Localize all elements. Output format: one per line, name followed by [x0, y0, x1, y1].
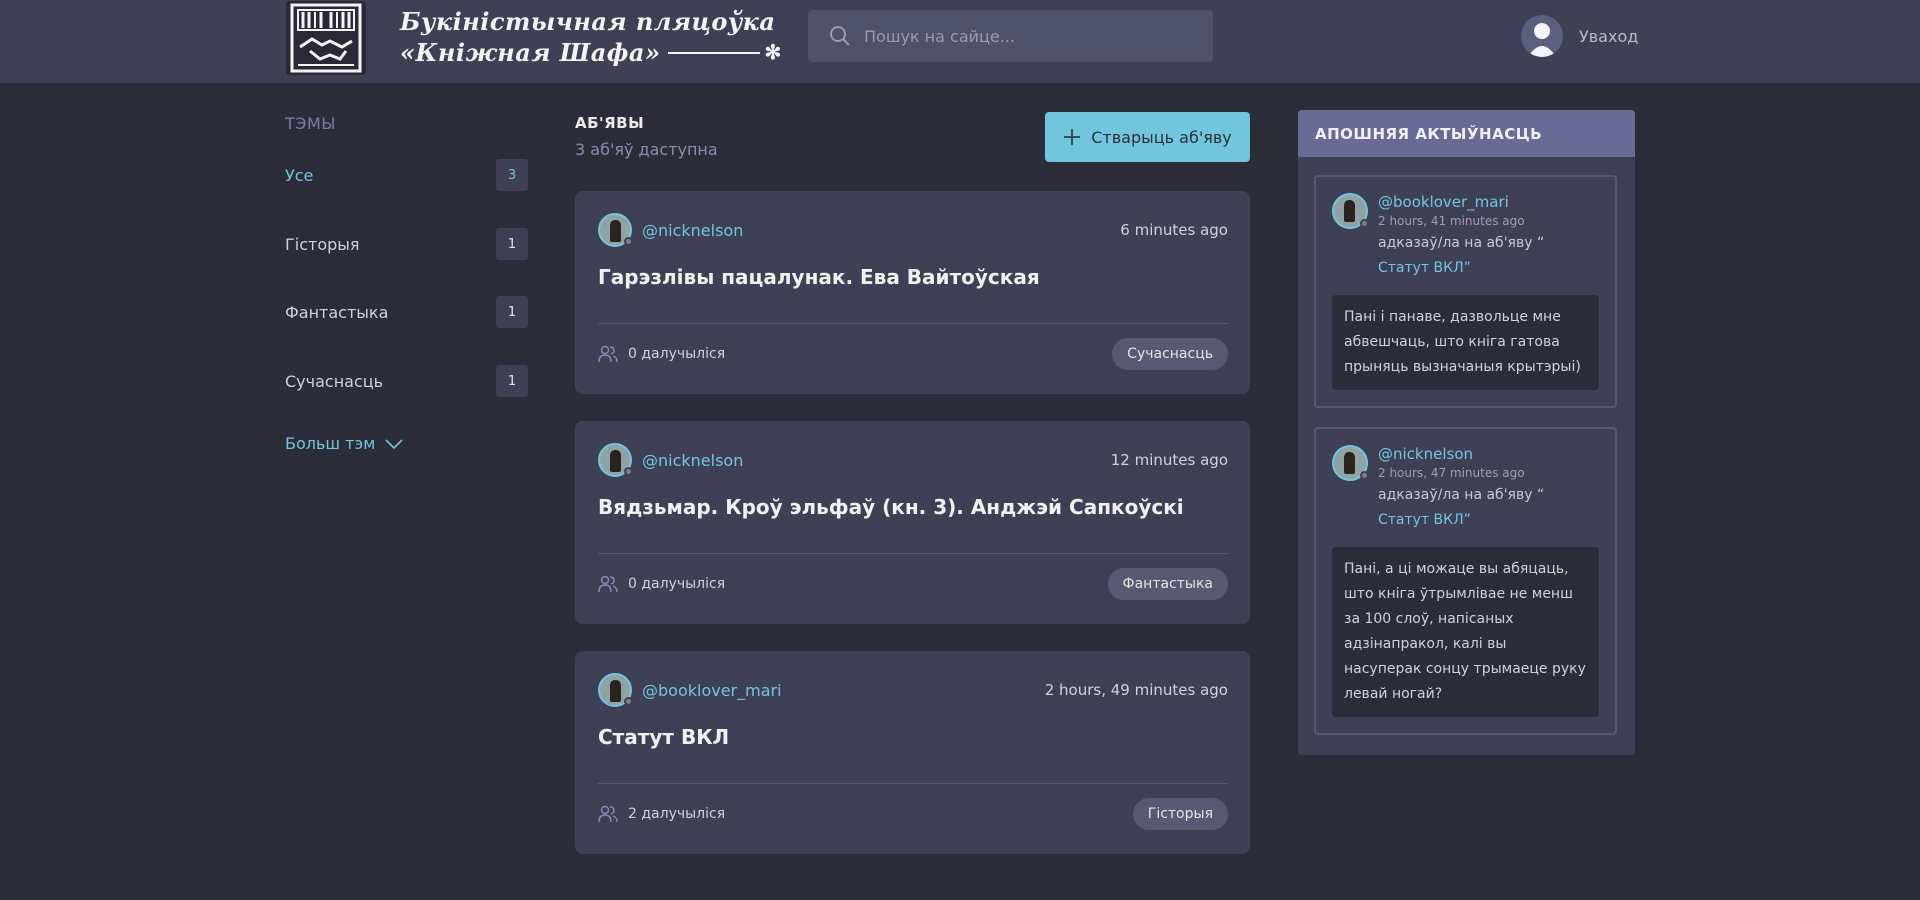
avatar — [598, 673, 633, 707]
topic-history[interactable]: Гісторыя 1 — [285, 227, 528, 261]
card-divider — [598, 783, 1228, 784]
listing-card: @booklover_mari 2 hours, 49 minutes ago … — [575, 651, 1250, 854]
site-logo[interactable] — [286, 1, 366, 75]
activity-action-text: адказаў/ла на аб'яву “ — [1378, 235, 1545, 251]
topic-count-badge: 1 — [496, 296, 528, 328]
card-title[interactable]: Вядзьмар. Кроў эльфаў (кн. 3). Анджэй Са… — [598, 495, 1184, 519]
listing-card: @nicknelson 12 minutes ago Вядзьмар. Кро… — [575, 421, 1250, 624]
recent-activity-panel: АПОШНЯЯ АКТЫЎНАСЦЬ @booklover_mari 2 hou… — [1298, 110, 1635, 755]
topic-all[interactable]: Усе 3 — [285, 158, 528, 192]
offline-status-dot — [1360, 219, 1369, 228]
topic-label: Сучаснасць — [285, 371, 384, 391]
user-avatar-icon — [1521, 15, 1563, 57]
offline-status-dot — [624, 697, 633, 706]
author-username: @nicknelson — [642, 220, 744, 240]
topics-heading: ТЭМЫ — [285, 114, 336, 133]
topic-modern[interactable]: Сучаснасць 1 — [285, 364, 528, 398]
card-timestamp: 12 minutes ago — [1110, 451, 1228, 469]
offline-status-dot — [624, 237, 633, 246]
users-icon — [598, 345, 618, 363]
offline-status-dot — [624, 467, 633, 476]
site-title-line1: Букіністычная пляцоўка — [400, 7, 776, 36]
login-label: Уваход — [1579, 26, 1639, 46]
avatar — [1332, 193, 1369, 229]
topic-count-badge: 3 — [496, 159, 528, 191]
snowflake-ornament-icon: ✻ — [764, 40, 782, 64]
users-icon — [598, 575, 618, 593]
site-title-line2: «Кніжная Шафа» — [400, 38, 661, 67]
card-title[interactable]: Статут ВКЛ — [598, 725, 729, 749]
activity-item: @booklover_mari 2 hours, 41 minutes ago … — [1314, 175, 1617, 408]
login-button[interactable]: Уваход — [1521, 15, 1638, 57]
create-listing-button[interactable]: Стварыць аб'яву — [1045, 112, 1250, 162]
search-icon — [830, 26, 850, 46]
title-ornament-line — [668, 51, 761, 54]
card-author[interactable]: @nicknelson — [598, 443, 743, 477]
more-topics-label: Больш тэм — [285, 434, 376, 453]
search-input[interactable] — [864, 10, 1204, 62]
participants-count: 0 далучыліся — [628, 346, 726, 362]
plus-icon — [1064, 129, 1081, 145]
card-participants: 0 далучыліся — [598, 345, 725, 363]
page-title: АБ'ЯВЫ — [575, 114, 645, 132]
card-divider — [598, 553, 1228, 554]
topic-count-badge: 1 — [496, 228, 528, 260]
chevron-down-icon — [385, 438, 403, 449]
avatar — [598, 213, 633, 247]
site-header: Букіністычная пляцоўка «Кніжная Шафа» ✻ … — [0, 0, 1920, 83]
author-username: @booklover_mari — [642, 680, 782, 700]
category-tag[interactable]: Гісторыя — [1132, 798, 1228, 830]
topic-count-badge: 1 — [496, 365, 528, 397]
participants-count: 0 далучыліся — [628, 576, 726, 592]
topic-fantasy[interactable]: Фантастыка 1 — [285, 295, 528, 329]
activity-timestamp: 2 hours, 47 minutes ago — [1378, 466, 1525, 480]
activity-reply-text: Пані і панаве, дазвольце мне абвешчаць, … — [1332, 295, 1599, 390]
card-author[interactable]: @nicknelson — [598, 213, 743, 247]
site-title[interactable]: Букіністычная пляцоўка «Кніжная Шафа» ✻ — [400, 6, 782, 68]
users-icon — [598, 805, 618, 823]
activity-listing-link[interactable]: Статут ВКЛ” — [1378, 508, 1544, 533]
activity-listing-link[interactable]: Статут ВКЛ” — [1378, 256, 1544, 281]
activity-action-text: адказаў/ла на аб'яву “ — [1378, 487, 1545, 503]
card-title[interactable]: Гарэзлівы пацалунак. Ева Вайтоўская — [598, 265, 1040, 289]
offline-status-dot — [1360, 471, 1369, 480]
activity-reply-text: Пані, а ці можаце вы абяцаць, што кніга … — [1332, 547, 1599, 717]
search-box — [808, 10, 1213, 62]
activity-timestamp: 2 hours, 41 minutes ago — [1378, 214, 1525, 228]
topic-label: Усе — [285, 165, 314, 185]
participants-count: 2 далучыліся — [628, 806, 726, 822]
card-author[interactable]: @booklover_mari — [598, 673, 782, 707]
create-listing-label: Стварыць аб'яву — [1091, 127, 1232, 147]
activity-username[interactable]: @booklover_mari — [1378, 193, 1544, 212]
category-tag[interactable]: Фантастыка — [1107, 568, 1228, 600]
card-participants: 2 далучыліся — [598, 805, 725, 823]
more-topics-button[interactable]: Больш тэм — [285, 434, 403, 453]
listing-count: 3 аб'яў даступна — [575, 140, 718, 159]
card-timestamp: 2 hours, 49 minutes ago — [1044, 681, 1228, 699]
topic-label: Гісторыя — [285, 234, 360, 254]
listing-card: @nicknelson 6 minutes ago Гарэзлівы паца… — [575, 191, 1250, 394]
card-divider — [598, 323, 1228, 324]
avatar — [598, 443, 633, 477]
recent-activity-heading: АПОШНЯЯ АКТЫЎНАСЦЬ — [1298, 110, 1635, 157]
avatar — [1332, 445, 1369, 481]
activity-item: @nicknelson 2 hours, 47 minutes ago адка… — [1314, 427, 1617, 735]
handshake-books-icon — [290, 3, 362, 73]
activity-username[interactable]: @nicknelson — [1378, 445, 1544, 464]
card-participants: 0 далучыліся — [598, 575, 725, 593]
topic-label: Фантастыка — [285, 302, 389, 322]
card-timestamp: 6 minutes ago — [1120, 221, 1228, 239]
category-tag[interactable]: Сучаснасць — [1112, 338, 1228, 370]
author-username: @nicknelson — [642, 450, 744, 470]
